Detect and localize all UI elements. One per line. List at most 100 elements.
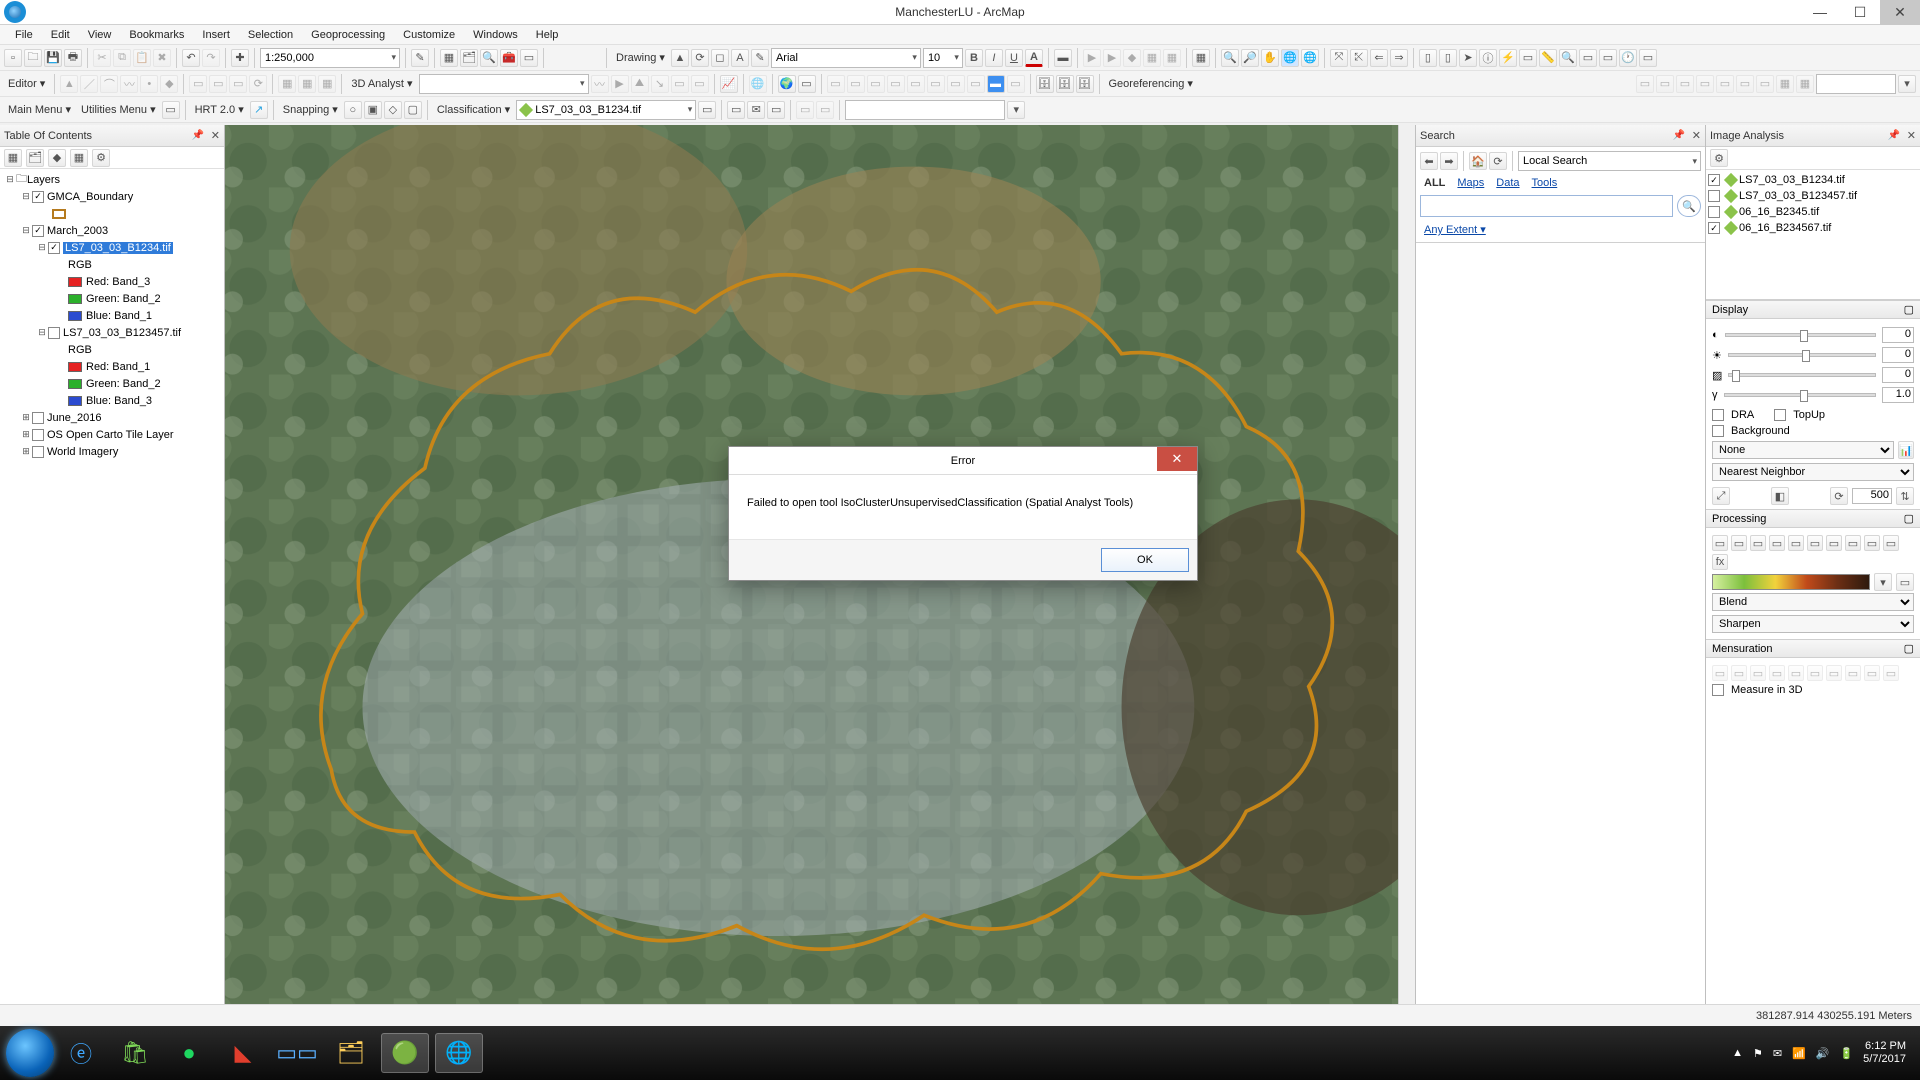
tray-flag-icon[interactable]: ⚑ — [1753, 1047, 1763, 1060]
fixed-zoom-in-icon[interactable]: ⤧ — [1330, 49, 1348, 67]
sketch-props-icon[interactable]: ▦ — [298, 75, 316, 93]
font-color-icon[interactable]: A — [1025, 49, 1043, 67]
m2-icon[interactable]: ▭ — [1731, 665, 1747, 681]
toc-os[interactable]: ⊞OS Open Carto Tile Layer — [0, 426, 224, 443]
cogo5-icon[interactable]: ▭ — [907, 75, 925, 93]
paste-icon[interactable]: 📋 — [133, 49, 151, 67]
viewer-icon[interactable]: ▭ — [1639, 49, 1657, 67]
full-extent-icon[interactable]: 🌐 — [1281, 49, 1299, 67]
close-toc-icon[interactable]: ✕ — [211, 129, 220, 142]
class6-icon[interactable]: ▭ — [816, 101, 834, 119]
cogo4-icon[interactable]: ▭ — [887, 75, 905, 93]
create-feat-icon[interactable]: ▦ — [318, 75, 336, 93]
pan-sharpen-icon[interactable]: ▭ — [1807, 535, 1823, 551]
find-icon[interactable]: 🔍 — [1559, 49, 1577, 67]
app-icon[interactable]: ◣ — [219, 1033, 267, 1073]
italic-icon[interactable]: I — [985, 49, 1003, 67]
explorer-icon[interactable]: 🗂 — [327, 1033, 375, 1073]
georef-go-icon[interactable]: ▾ — [1898, 75, 1916, 93]
print-icon[interactable]: 🖶 — [64, 49, 82, 67]
copy-icon[interactable]: ⧉ — [113, 49, 131, 67]
menu-windows[interactable]: Windows — [464, 27, 527, 43]
pin-search-icon[interactable]: 📌 — [1673, 130, 1685, 141]
maximize-button[interactable]: ☐ — [1840, 0, 1880, 25]
tray-msg-icon[interactable]: ✉ — [1773, 1047, 1782, 1060]
measure-icon[interactable]: 📏 — [1539, 49, 1557, 67]
clear-selection-icon[interactable]: ▯ — [1439, 49, 1457, 67]
hrt-icon[interactable]: ↗ — [250, 101, 268, 119]
animation-mgr-icon[interactable]: ▦ — [1143, 49, 1161, 67]
reload-icon[interactable]: ⟳ — [1489, 152, 1507, 170]
edit-arc-icon[interactable]: ⌒ — [100, 75, 118, 93]
mask-icon[interactable]: ▭ — [1731, 535, 1747, 551]
export-icon[interactable]: fx — [1712, 554, 1728, 570]
close-ia-icon[interactable]: ✕ — [1907, 129, 1916, 142]
cogo3-icon[interactable]: ▭ — [867, 75, 885, 93]
font-size-dropdown[interactable]: 10 — [923, 48, 963, 68]
pin-ia-icon[interactable]: 📌 — [1888, 130, 1900, 141]
geo9-icon[interactable]: ▦ — [1796, 75, 1814, 93]
minimize-button[interactable]: — — [1800, 0, 1840, 25]
menu-help[interactable]: Help — [527, 27, 568, 43]
difference-icon[interactable]: ▭ — [1769, 535, 1785, 551]
edit-point-icon[interactable]: • — [140, 75, 158, 93]
back-icon[interactable]: ⬅ — [1420, 152, 1438, 170]
cogo7-icon[interactable]: ▭ — [947, 75, 965, 93]
chart-icon[interactable]: ▦ — [1192, 49, 1210, 67]
edit-tool-icon[interactable]: ▲ — [60, 75, 78, 93]
background-checkbox[interactable] — [1712, 425, 1724, 437]
prev-extent-icon[interactable]: ⇐ — [1370, 49, 1388, 67]
chrome-icon[interactable]: 🟢 — [381, 1033, 429, 1073]
dialog-ok-button[interactable]: OK — [1101, 548, 1189, 572]
fixed-zoom-out-icon[interactable]: ⤪ — [1350, 49, 1368, 67]
m6-icon[interactable]: ▭ — [1807, 665, 1823, 681]
new-icon[interactable]: ▫ — [4, 49, 22, 67]
geo7-icon[interactable]: ▭ — [1756, 75, 1774, 93]
parcel-icon[interactable]: ▭ — [798, 75, 816, 93]
geo5-icon[interactable]: ▭ — [1716, 75, 1734, 93]
analyst3d-layer-dropdown[interactable] — [419, 74, 589, 94]
attributes-icon[interactable]: ▦ — [278, 75, 296, 93]
filter-icon[interactable]: ▭ — [1826, 535, 1842, 551]
hrt-label[interactable]: HRT 2.0 ▾ — [191, 103, 248, 116]
cut-icon[interactable]: ✂ — [93, 49, 111, 67]
swipe-icon[interactable]: ◧ — [1771, 487, 1789, 505]
list-by-visibility-icon[interactable]: ◆ — [48, 149, 66, 167]
network-icon[interactable]: 🌐 — [749, 75, 767, 93]
catalog-icon[interactable]: 🗂 — [460, 49, 478, 67]
collapse-icon[interactable]: ▢ — [1904, 642, 1914, 655]
tray-batt-icon[interactable]: 🔋 — [1839, 1047, 1853, 1060]
orthorectify-icon[interactable]: ▭ — [1788, 535, 1804, 551]
ramp-opts-icon[interactable]: ▾ — [1874, 573, 1892, 591]
geodb-icon[interactable]: 🗄 — [1036, 75, 1054, 93]
zoom-in-icon[interactable]: 🔍 — [1221, 49, 1239, 67]
geo1-icon[interactable]: ▭ — [1636, 75, 1654, 93]
close-button[interactable]: ✕ — [1880, 0, 1920, 25]
scale-dropdown[interactable]: 1:250,000 — [260, 48, 400, 68]
drawing-label[interactable]: Drawing ▾ — [612, 51, 669, 64]
globe-toolbar-icon[interactable]: 🌍 — [778, 75, 796, 93]
spotify-icon[interactable]: ● — [165, 1033, 213, 1073]
snapping-label[interactable]: Snapping ▾ — [279, 103, 342, 116]
classification-label[interactable]: Classification ▾ — [433, 103, 514, 116]
mainmenu-label[interactable]: Main Menu ▾ — [4, 103, 75, 116]
snap-point-icon[interactable]: ○ — [344, 101, 362, 119]
geo3-icon[interactable]: ▭ — [1676, 75, 1694, 93]
resample-select[interactable]: Nearest Neighbor — [1712, 463, 1914, 481]
store-icon[interactable]: 🛍 — [111, 1033, 159, 1073]
utilities-label[interactable]: Utilities Menu ▾ — [77, 103, 160, 116]
m1-icon[interactable]: ▭ — [1712, 665, 1728, 681]
tray-vol-icon[interactable]: 🔊 — [1816, 1047, 1830, 1060]
ie-icon[interactable]: ⓔ — [57, 1033, 105, 1073]
geo6-icon[interactable]: ▭ — [1736, 75, 1754, 93]
snap-end-icon[interactable]: ▣ — [364, 101, 382, 119]
menu-view[interactable]: View — [79, 27, 121, 43]
split-icon[interactable]: ▭ — [229, 75, 247, 93]
color-ramp[interactable] — [1712, 574, 1870, 590]
text-a-icon[interactable]: A — [731, 49, 749, 67]
tray-net-icon[interactable]: 📶 — [1792, 1047, 1806, 1060]
animation-opts-icon[interactable]: ▦ — [1163, 49, 1181, 67]
globe-icon[interactable]: 🌐 — [1301, 49, 1319, 67]
edit-trace-icon[interactable]: 〰 — [120, 75, 138, 93]
menu-selection[interactable]: Selection — [239, 27, 302, 43]
